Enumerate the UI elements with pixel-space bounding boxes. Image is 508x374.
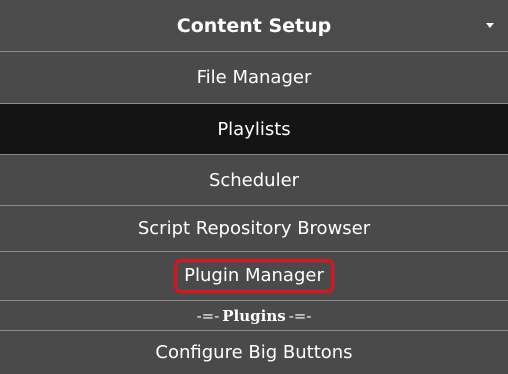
menu-header[interactable]: Content Setup xyxy=(0,0,508,52)
divider-prefix: -=- xyxy=(196,306,220,325)
menu-item-configure-big-buttons[interactable]: Configure Big Buttons xyxy=(0,331,508,374)
menu-item-file-manager[interactable]: File Manager xyxy=(0,52,508,104)
menu-item-label: Configure Big Buttons xyxy=(155,342,353,363)
menu-item-label: File Manager xyxy=(196,67,312,88)
menu-item-plugin-manager[interactable]: Plugin Manager xyxy=(0,252,508,301)
menu-title: Content Setup xyxy=(176,14,332,37)
menu-item-label: Playlists xyxy=(217,118,291,140)
menu-item-label: Plugin Manager xyxy=(184,265,324,286)
menu-item-script-repository-browser[interactable]: Script Repository Browser xyxy=(0,206,508,252)
content-setup-menu: Content Setup File Manager Playlists Sch… xyxy=(0,0,508,374)
plugins-section-divider: -=- Plugins -=- xyxy=(0,301,508,331)
divider-suffix: -=- xyxy=(288,306,312,325)
menu-item-label: Script Repository Browser xyxy=(137,218,371,239)
highlight-outline: Plugin Manager xyxy=(174,259,334,293)
menu-item-playlists[interactable]: Playlists xyxy=(0,104,508,155)
menu-item-label: Scheduler xyxy=(208,169,300,191)
divider-label: Plugins xyxy=(222,306,286,325)
menu-item-scheduler[interactable]: Scheduler xyxy=(0,155,508,206)
caret-down-icon[interactable] xyxy=(486,23,494,28)
